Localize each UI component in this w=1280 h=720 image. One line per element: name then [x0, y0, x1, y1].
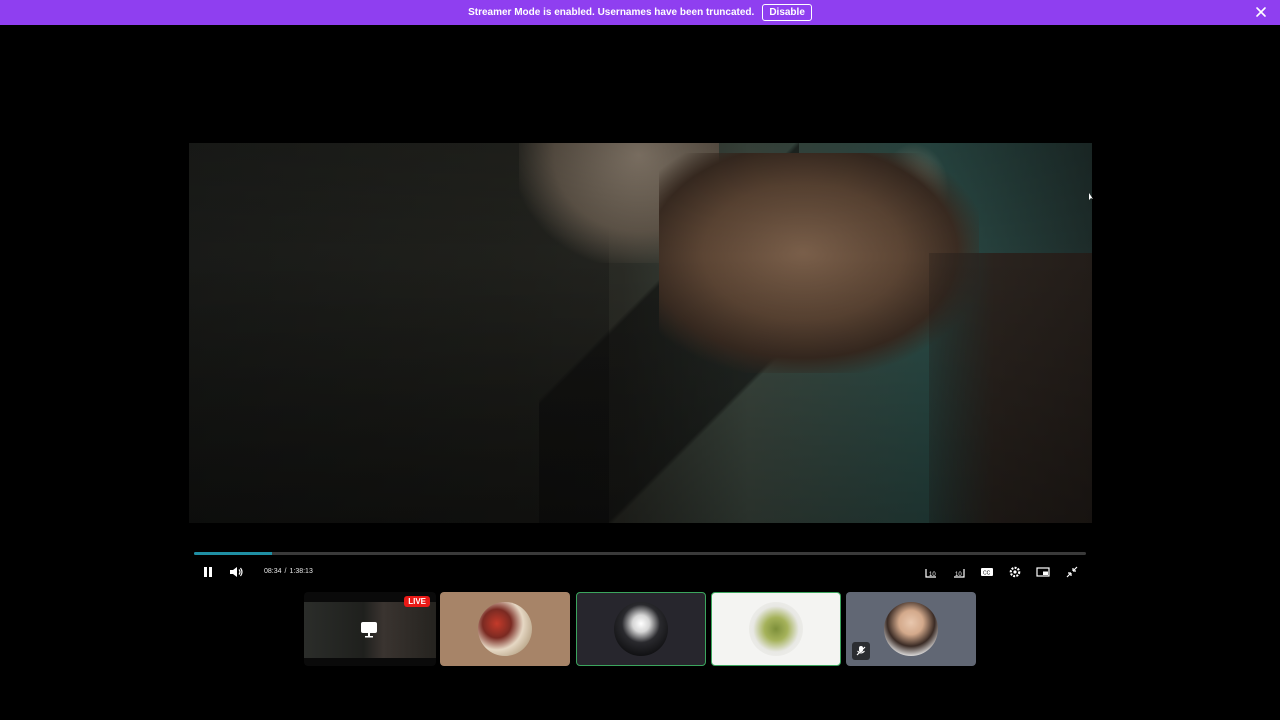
avatar: [884, 602, 938, 656]
pause-button[interactable]: [200, 564, 216, 580]
captions-button[interactable]: CC: [979, 564, 995, 580]
disable-streamer-mode-button[interactable]: Disable: [762, 4, 812, 21]
participant-tile-speaking[interactable]: [711, 592, 841, 666]
volume-button[interactable]: [228, 564, 244, 580]
mouse-cursor: [1089, 193, 1093, 200]
picture-in-picture-button[interactable]: [1035, 564, 1051, 580]
collapse-button[interactable]: [1064, 564, 1080, 580]
rewind-10-icon: 10: [925, 569, 936, 578]
forward-10-button[interactable]: 10: [951, 564, 967, 580]
participant-tile-screen-share[interactable]: LIVE: [304, 592, 436, 666]
close-icon[interactable]: [1254, 5, 1268, 19]
rewind-10-button[interactable]: 10: [923, 564, 939, 580]
volume-icon: [230, 567, 243, 577]
avatar: [614, 602, 668, 656]
live-badge: LIVE: [404, 596, 430, 607]
picture-in-picture-icon: [1036, 567, 1050, 577]
microphone-muted-icon: [852, 642, 870, 660]
svg-text:10: 10: [955, 572, 962, 578]
streamer-mode-banner: Streamer Mode is enabled. Usernames have…: [0, 0, 1280, 25]
settings-button[interactable]: [1007, 564, 1023, 580]
pause-icon: [204, 567, 212, 577]
duration: 1:38:13: [289, 568, 313, 575]
avatar: [478, 602, 532, 656]
playback-time: 08:34/1:38:13: [264, 568, 316, 575]
banner-message: Streamer Mode is enabled. Usernames have…: [468, 7, 755, 18]
screen-share-icon: [361, 622, 377, 638]
svg-text:10: 10: [929, 572, 936, 578]
participant-tile-speaking[interactable]: [576, 592, 706, 666]
forward-10-icon: 10: [954, 569, 965, 578]
seek-bar-progress: [194, 552, 273, 555]
participant-tile[interactable]: [440, 592, 570, 666]
captions-icon: CC: [981, 568, 993, 577]
collapse-icon: [1066, 566, 1078, 578]
time-separator: /: [284, 568, 287, 575]
current-time: 08:34: [264, 568, 282, 575]
seek-bar[interactable]: [194, 552, 1086, 555]
svg-text:CC: CC: [983, 571, 991, 577]
stream-video[interactable]: [189, 143, 1092, 523]
gear-icon: [1009, 566, 1021, 578]
participant-tile-muted[interactable]: [846, 592, 976, 666]
avatar: [749, 602, 803, 656]
